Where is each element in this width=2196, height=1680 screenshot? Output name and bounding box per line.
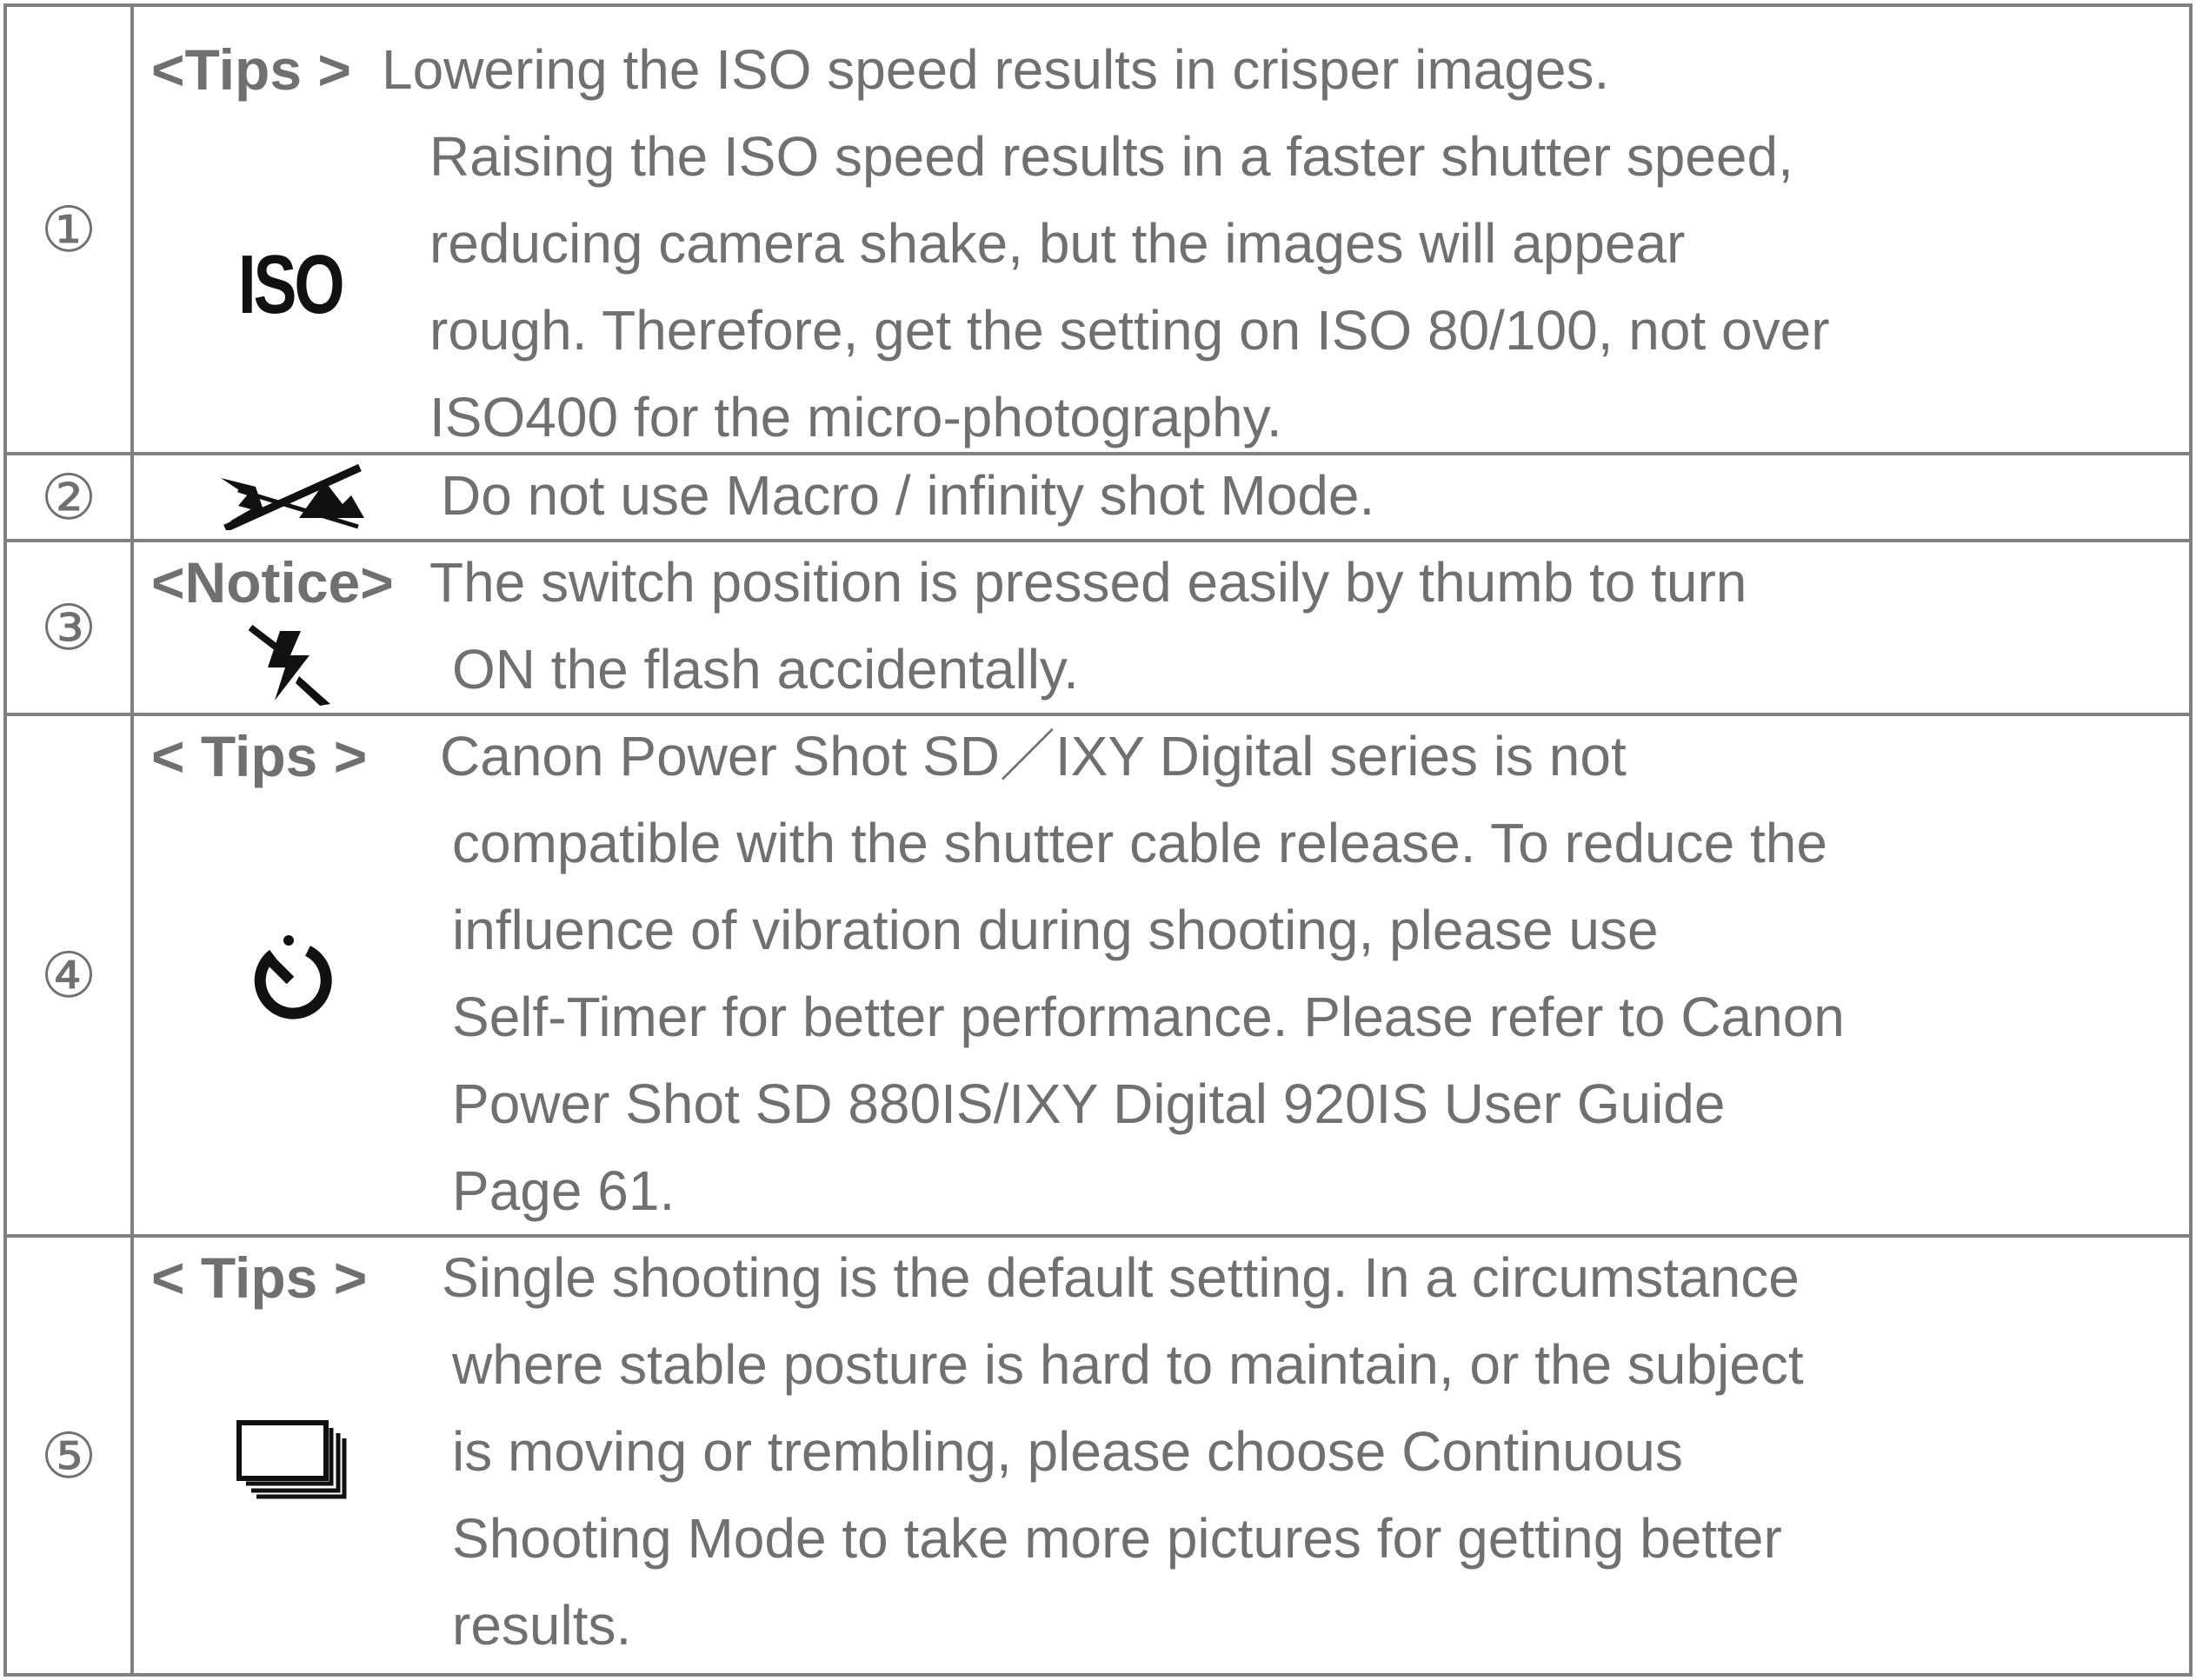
- text-line: Page 61.: [452, 1159, 675, 1222]
- no-macro-infinity-icon-graphic: [221, 463, 364, 530]
- tip-text: Single shooting is the default setting. …: [442, 1234, 2172, 1669]
- row-content: <Tips > ISO Lowering the ISO speed resul…: [130, 3, 2193, 455]
- flash-on-icon-graphic: [248, 624, 330, 706]
- text-line: Canon Power Shot SD／IXY Digital series i…: [440, 725, 1627, 787]
- manual-page: ① <Tips > ISO Lowering the ISO speed res…: [0, 0, 2196, 1680]
- row-content: < Tips > Single shooting is the default …: [130, 1234, 2193, 1677]
- text-line: Single shooting is the default setting. …: [442, 1246, 1800, 1309]
- row-number: ④: [3, 713, 134, 1238]
- iso-icon: ISO: [186, 233, 395, 337]
- self-timer-icon: [186, 933, 395, 1020]
- row-content: < Tips > Canon Power Shot SD／IXY Digital…: [130, 713, 2193, 1238]
- flash-on-icon: [186, 622, 395, 709]
- continuous-shooting-icon: [186, 1411, 395, 1507]
- row-content: <Notice> The switch position is pressed …: [130, 539, 2193, 716]
- camera-tips-table: ① <Tips > ISO Lowering the ISO speed res…: [3, 3, 2193, 1677]
- text-line: is moving or trembling, please choose Co…: [452, 1420, 1683, 1483]
- table-row: ④ < Tips > Canon Power Shot SD／IXY Digit…: [3, 713, 2193, 1238]
- tip-text: Lowering the ISO speed results in crispe…: [382, 26, 2172, 461]
- row-number: ⑤: [3, 1234, 134, 1677]
- table-row: ② Do not use Macro / infinity shot Mode.: [3, 452, 2193, 542]
- row-number: ③: [3, 539, 134, 716]
- table-row: ① <Tips > ISO Lowering the ISO speed res…: [3, 3, 2193, 455]
- row-number: ②: [3, 452, 134, 542]
- tips-label: < Tips >: [151, 1245, 368, 1310]
- notice-label: <Notice>: [151, 550, 394, 614]
- iso-icon-label: ISO: [238, 238, 345, 331]
- no-macro-infinity-icon: [186, 455, 395, 535]
- text-line: reducing camera shake, but the images wi…: [429, 212, 1686, 275]
- text-line: Self-Timer for better performance. Pleas…: [452, 986, 1845, 1048]
- self-timer-icon-graphic: [254, 935, 332, 1019]
- text-line: The switch position is pressed easily by…: [429, 551, 1747, 614]
- row-number: ①: [3, 3, 134, 455]
- row-content: Do not use Macro / infinity shot Mode.: [130, 452, 2193, 542]
- tip-text: Canon Power Shot SD／IXY Digital series i…: [440, 713, 2172, 1234]
- tips-label: < Tips >: [151, 724, 368, 788]
- tips-label: <Tips >: [151, 37, 351, 102]
- table-row: ⑤ < Tips > Single shooting is the defaul…: [3, 1234, 2193, 1677]
- tip-text: The switch position is pressed easily by…: [429, 539, 2172, 713]
- table-row: ③ <Notice> The switch position is presse…: [3, 539, 2193, 716]
- text-line: where stable posture is hard to maintain…: [452, 1333, 1804, 1396]
- text-line: rough. Therefore, get the setting on ISO…: [429, 299, 1830, 362]
- text-line: Power Shot SD 880IS/IXY Digital 920IS Us…: [452, 1072, 1726, 1135]
- tip-text: Do not use Macro / infinity shot Mode.: [441, 452, 2172, 539]
- text-line: compatible with the shutter cable releas…: [452, 812, 1827, 874]
- continuous-shooting-icon-graphic: [236, 1420, 347, 1499]
- text-line: influence of vibration during shooting, …: [452, 899, 1659, 961]
- text-line: Lowering the ISO speed results in crispe…: [382, 38, 1610, 101]
- text-line: ISO400 for the micro-photography.: [429, 386, 1282, 448]
- text-line: ON the flash accidentally.: [452, 638, 1079, 701]
- text-line: Do not use Macro / infinity shot Mode.: [441, 464, 1375, 527]
- text-line: Shooting Mode to take more pictures for …: [452, 1507, 1782, 1570]
- text-line: results.: [452, 1594, 632, 1657]
- text-line: Raising the ISO speed results in a faste…: [429, 125, 1793, 188]
